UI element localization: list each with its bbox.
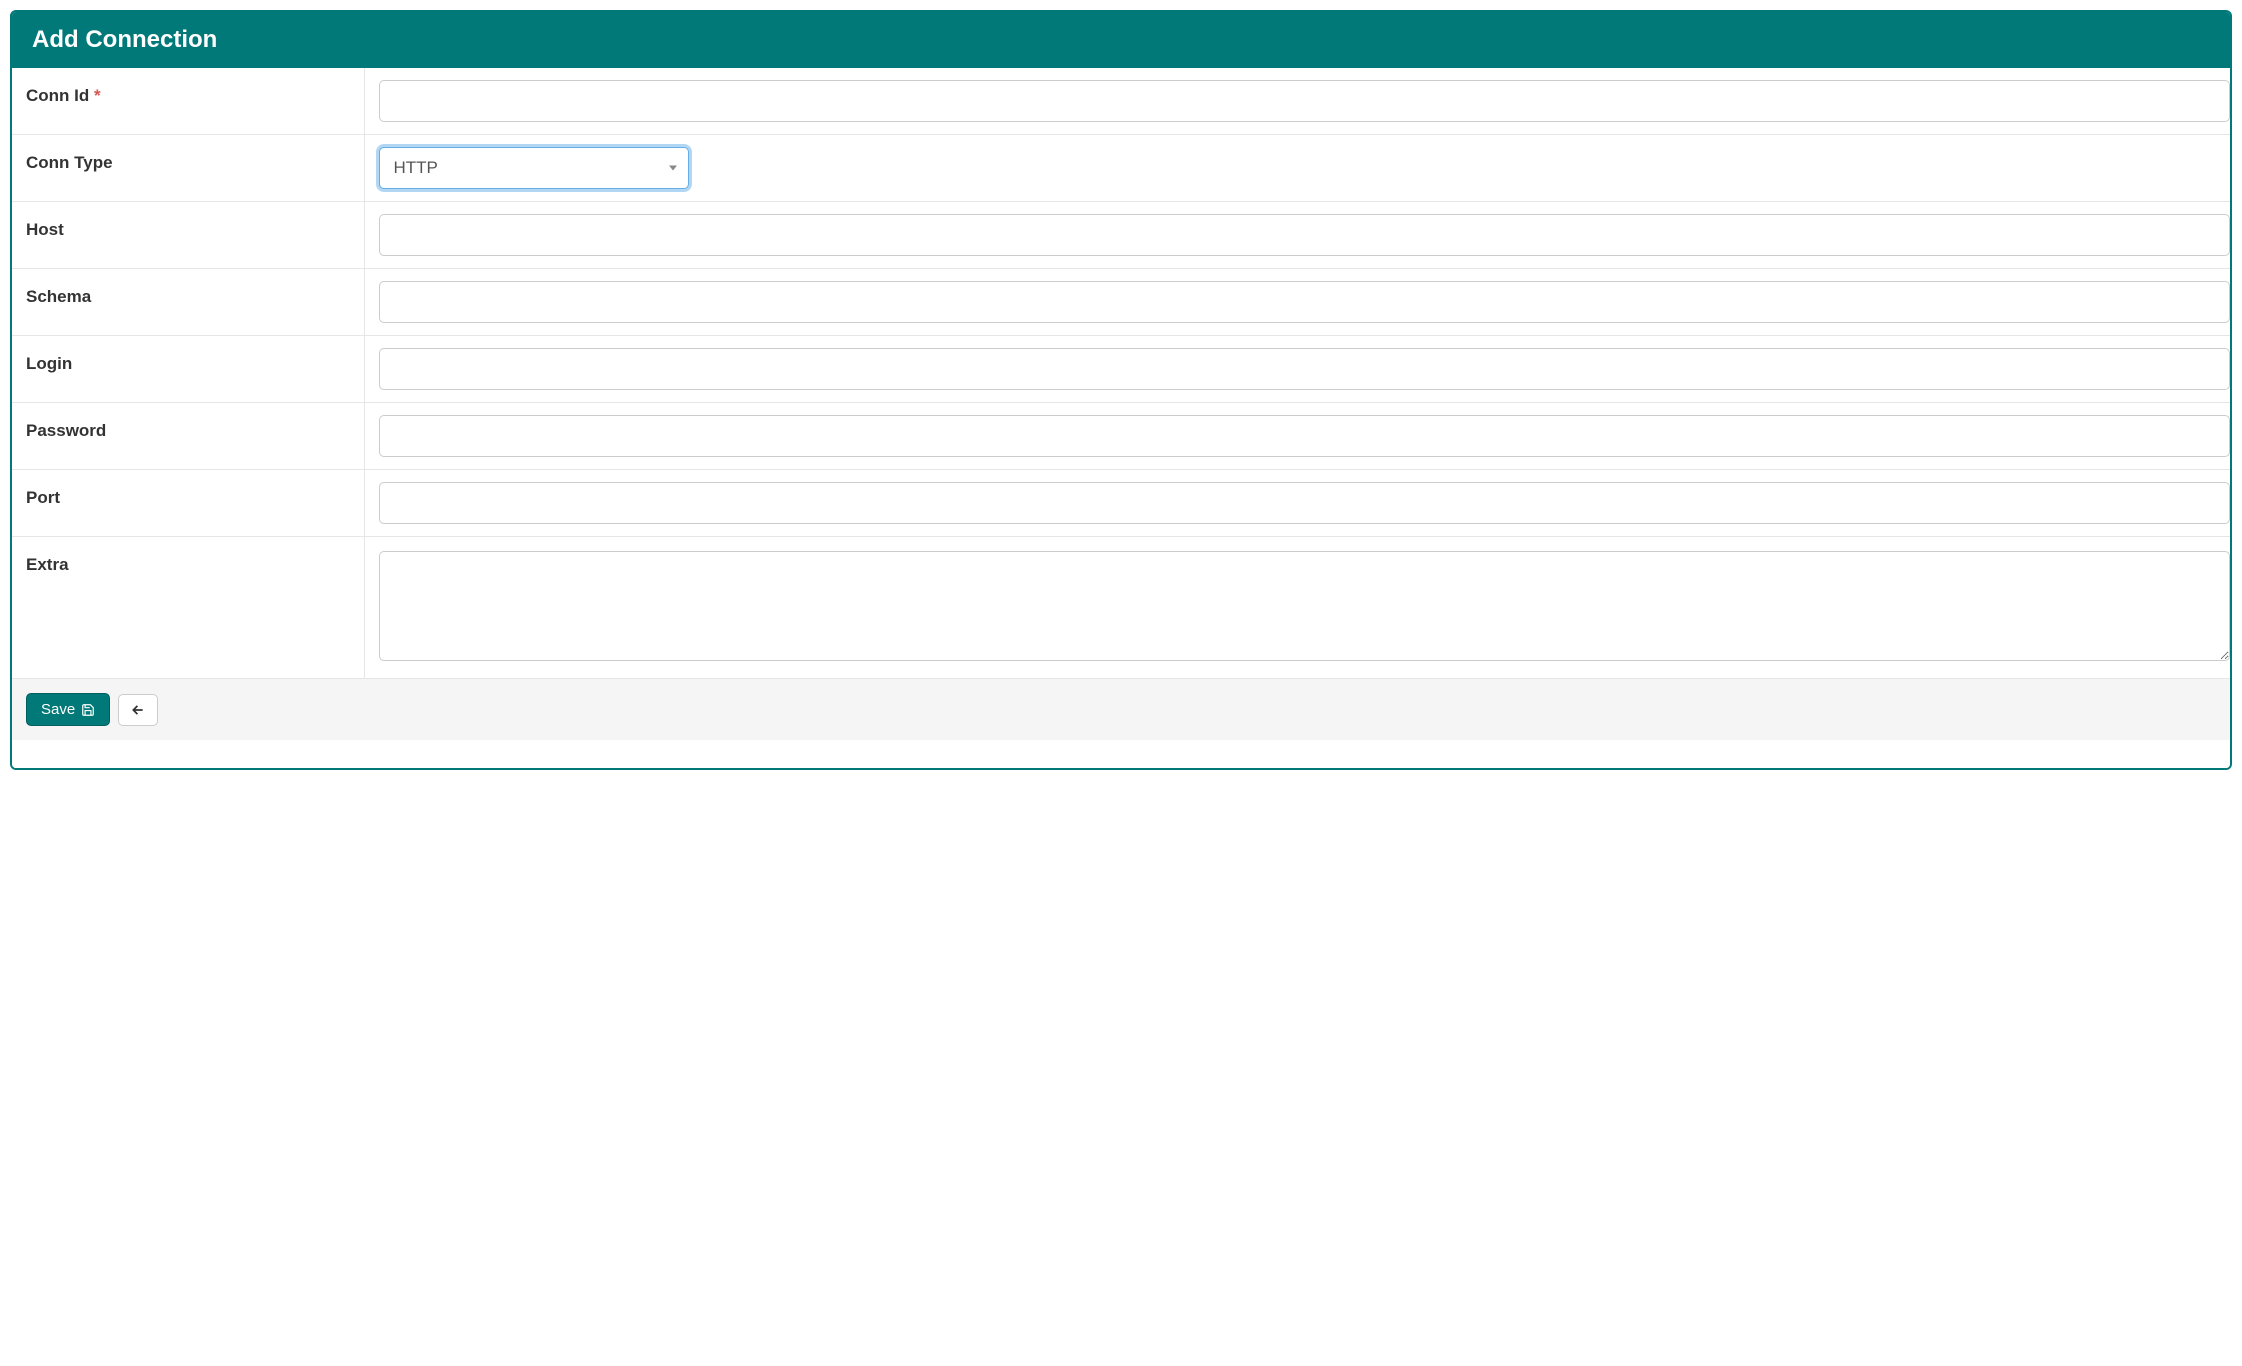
conn-type-selected: HTTP xyxy=(394,158,438,178)
cell-port xyxy=(364,470,2230,537)
add-connection-panel: Add Connection Conn Id * Conn Type xyxy=(10,10,2232,770)
label-port: Port xyxy=(12,470,364,537)
row-password: Password xyxy=(12,403,2230,470)
label-text-port: Port xyxy=(26,488,60,507)
arrow-left-icon xyxy=(131,703,145,717)
label-text-conn-id: Conn Id xyxy=(26,86,89,105)
label-login: Login xyxy=(12,336,364,403)
form-table: Conn Id * Conn Type HTTP xyxy=(12,68,2230,678)
row-extra: Extra xyxy=(12,537,2230,679)
panel-title: Add Connection xyxy=(32,26,217,53)
host-input[interactable] xyxy=(379,214,2231,256)
schema-input[interactable] xyxy=(379,281,2231,323)
row-port: Port xyxy=(12,470,2230,537)
panel-bottom-space xyxy=(12,740,2230,768)
conn-id-input[interactable] xyxy=(379,80,2231,122)
conn-type-select-wrap: HTTP xyxy=(379,147,689,189)
label-text-conn-type: Conn Type xyxy=(26,153,113,172)
cell-conn-id xyxy=(364,68,2230,135)
label-password: Password xyxy=(12,403,364,470)
conn-type-select[interactable]: HTTP xyxy=(379,147,689,189)
row-conn-type: Conn Type HTTP xyxy=(12,135,2230,202)
label-text-login: Login xyxy=(26,354,72,373)
cell-host xyxy=(364,202,2230,269)
password-input[interactable] xyxy=(379,415,2231,457)
label-text-host: Host xyxy=(26,220,64,239)
login-input[interactable] xyxy=(379,348,2231,390)
row-login: Login xyxy=(12,336,2230,403)
label-text-extra: Extra xyxy=(26,555,69,574)
cell-conn-type: HTTP xyxy=(364,135,2230,202)
label-text-schema: Schema xyxy=(26,287,91,306)
label-conn-id: Conn Id * xyxy=(12,68,364,135)
label-conn-type: Conn Type xyxy=(12,135,364,202)
row-schema: Schema xyxy=(12,269,2230,336)
cell-login xyxy=(364,336,2230,403)
cell-password xyxy=(364,403,2230,470)
save-button[interactable]: Save xyxy=(26,693,110,726)
label-schema: Schema xyxy=(12,269,364,336)
extra-textarea[interactable] xyxy=(379,551,2231,661)
row-conn-id: Conn Id * xyxy=(12,68,2230,135)
row-host: Host xyxy=(12,202,2230,269)
panel-footer: Save xyxy=(12,678,2230,740)
back-button[interactable] xyxy=(118,694,158,726)
label-text-password: Password xyxy=(26,421,106,440)
panel-header: Add Connection xyxy=(12,12,2230,68)
cell-schema xyxy=(364,269,2230,336)
cell-extra xyxy=(364,537,2230,679)
port-input[interactable] xyxy=(379,482,2231,524)
save-button-label: Save xyxy=(41,702,75,717)
label-extra: Extra xyxy=(12,537,364,679)
save-icon xyxy=(81,703,95,717)
required-marker: * xyxy=(94,86,101,105)
label-host: Host xyxy=(12,202,364,269)
